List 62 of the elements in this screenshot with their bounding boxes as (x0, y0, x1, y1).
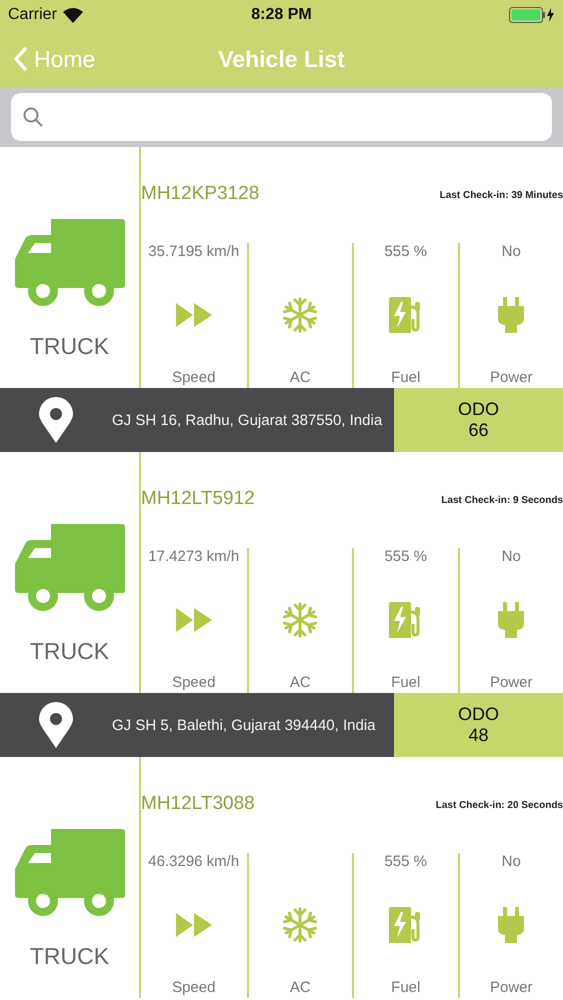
metric-label: Power (490, 979, 533, 996)
fuel-pump-icon (388, 297, 423, 333)
wifi-icon (62, 8, 83, 22)
metric-value: No (502, 243, 521, 261)
carrier-name: Carrier (8, 6, 57, 24)
metric-label: AC (290, 369, 311, 386)
plate-number: MH12KP3128 (141, 183, 260, 205)
address-text: GJ SH 5, Balethi, Gujarat 394440, India (112, 716, 376, 734)
metric-value: 555 % (384, 853, 428, 871)
battery-icon (509, 7, 555, 23)
truck-icon (14, 524, 124, 612)
metric-label: Power (490, 674, 533, 691)
last-checkin: Last Check-in: 9 Seconds (441, 495, 563, 506)
plate-number: MH12LT5912 (141, 488, 255, 510)
metric-label: Speed (172, 979, 216, 996)
fuel-pump-icon (388, 907, 423, 943)
plug-icon (498, 297, 524, 333)
metric-value: 555 % (384, 243, 428, 261)
metric-label: Speed (172, 674, 216, 691)
chevron-left-icon (14, 46, 28, 72)
last-checkin: Last Check-in: 20 Seconds (436, 800, 563, 811)
plug-icon (498, 602, 524, 638)
fast-forward-icon (176, 913, 212, 937)
vehicle-type: TRUCK (30, 333, 110, 360)
metric-value: 46.3296 km/h (148, 853, 240, 871)
metric-label: AC (290, 979, 311, 996)
address-text: GJ SH 16, Radhu, Gujarat 387550, India (112, 410, 382, 430)
fast-forward-icon (176, 303, 212, 327)
metric-label: Fuel (391, 979, 420, 996)
vehicle-type: TRUCK (30, 943, 110, 970)
snowflake-icon (282, 297, 318, 333)
metric-label: Fuel (391, 674, 420, 691)
truck-icon (14, 829, 124, 917)
screen-title: Vehicle List (218, 46, 345, 72)
metric-label: Power (490, 369, 533, 386)
metric-value: 555 % (384, 548, 428, 566)
search-field[interactable] (11, 93, 552, 141)
metric-label: Speed (172, 369, 216, 386)
vehicle-type: TRUCK (30, 638, 110, 665)
metric-value: No (502, 853, 521, 871)
snowflake-icon (282, 907, 318, 943)
truck-icon (14, 219, 124, 307)
odometer-label: ODO (458, 399, 499, 420)
metric-label: Fuel (391, 369, 420, 386)
metric-value: 35.7195 km/h (148, 243, 240, 261)
location-pin-icon (39, 702, 73, 748)
metric-value: 17.4273 km/h (148, 548, 240, 566)
plate-number: MH12LT3088 (141, 793, 255, 815)
search-icon (23, 107, 43, 127)
location-pin-icon (39, 397, 73, 443)
last-checkin: Last Check-in: 39 Minutes (440, 190, 563, 201)
plug-icon (498, 907, 524, 943)
back-button[interactable]: Home (0, 46, 110, 72)
metric-label: AC (290, 674, 311, 691)
fuel-pump-icon (388, 602, 423, 638)
metric-value: No (502, 548, 521, 566)
odometer-label: ODO (458, 704, 499, 725)
clock-time: 8:28 PM (251, 6, 312, 24)
snowflake-icon (282, 602, 318, 638)
odometer-value: 48 (468, 725, 489, 746)
odometer-value: 66 (468, 420, 489, 441)
fast-forward-icon (176, 608, 212, 632)
